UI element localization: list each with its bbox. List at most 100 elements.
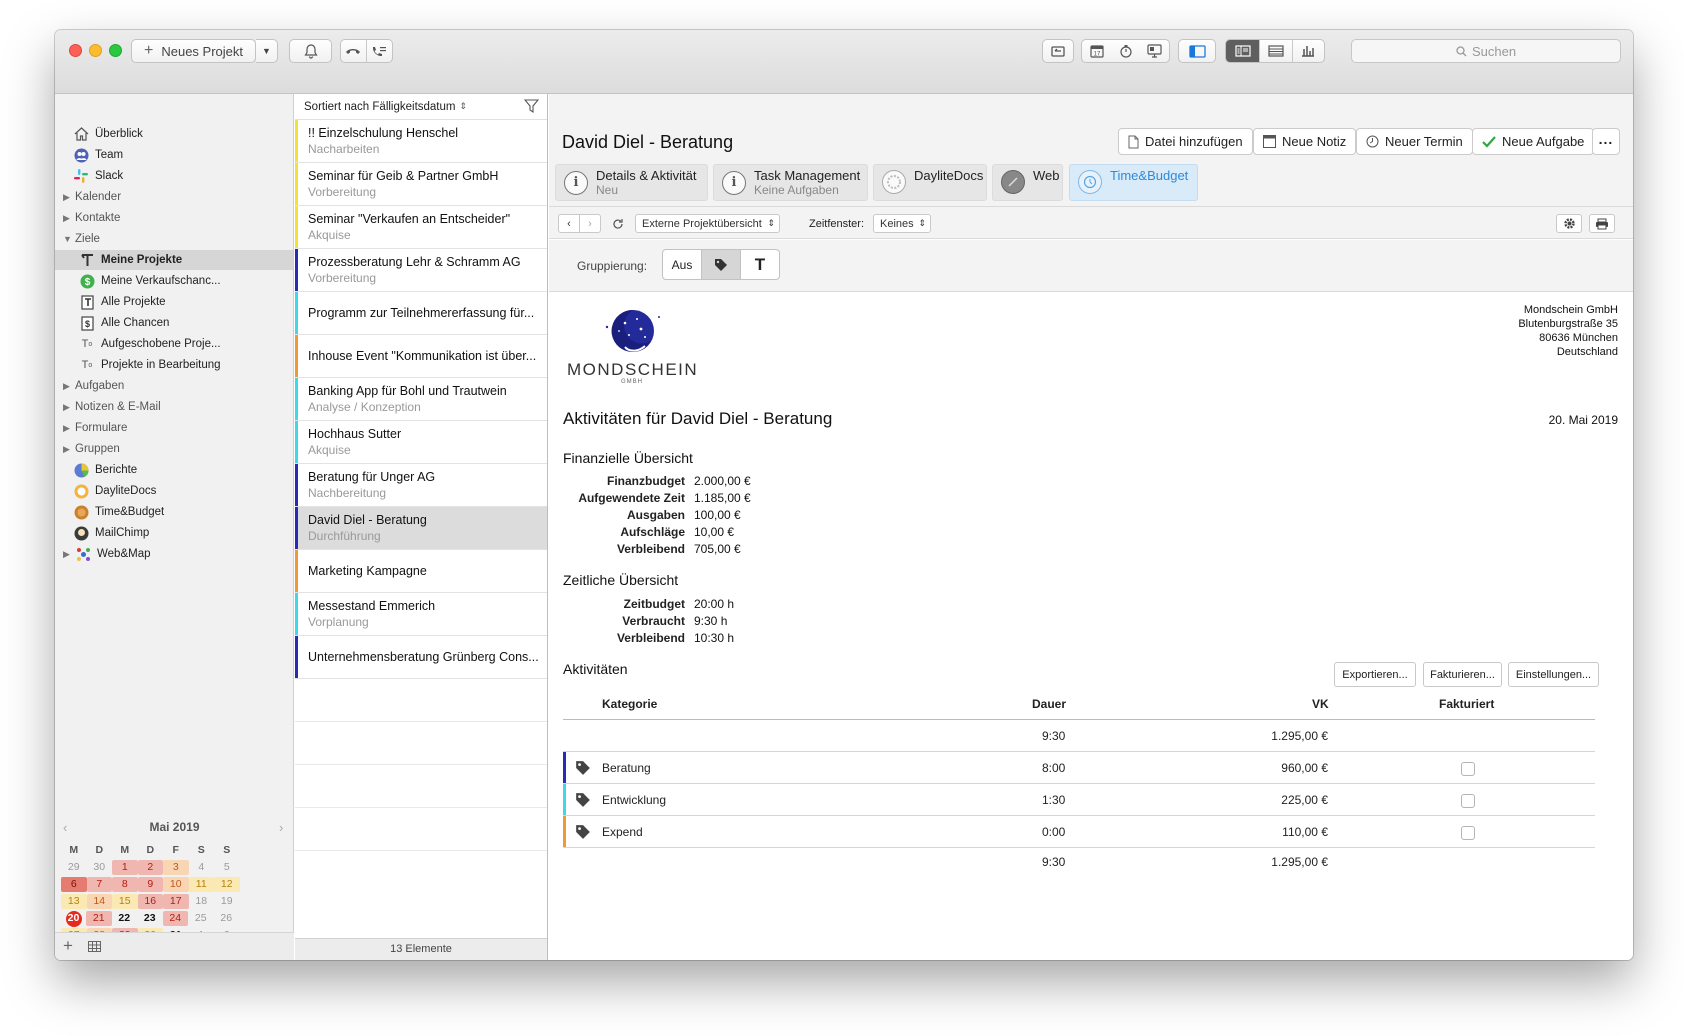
project-row[interactable]: Messestand Emmerich Vorplanung — [295, 593, 547, 636]
grouping-off-button[interactable]: Aus — [663, 250, 702, 279]
project-row[interactable]: Seminar für Geib & Partner GmbH Vorberei… — [295, 163, 547, 206]
notifications-button[interactable] — [289, 39, 332, 63]
calendar-day[interactable]: 11 — [188, 877, 214, 892]
project-row[interactable]: Inhouse Event "Kommunikation ist über... — [295, 335, 547, 378]
more-button[interactable]: ... — [1592, 128, 1620, 155]
sidebar-item-berichte[interactable]: Berichte — [73, 460, 137, 480]
sidebar-item-aufgeschobene-projekte[interactable]: To Aufgeschobene Proje... — [79, 334, 221, 354]
project-row[interactable]: David Diel - Beratung Durchführung — [295, 507, 547, 550]
calendar-day[interactable]: 6 — [61, 877, 87, 892]
hangup-button[interactable] — [341, 40, 367, 62]
chart-view-button[interactable] — [1291, 40, 1324, 62]
timer-view-button[interactable] — [1111, 40, 1140, 62]
sync-button[interactable] — [1042, 39, 1074, 63]
call-log-button[interactable] — [367, 40, 392, 62]
sidebar-group-aufgaben[interactable]: ▶ Aufgaben — [63, 376, 124, 396]
table-icon[interactable] — [88, 941, 101, 955]
new-appointment-button[interactable]: Neuer Termin — [1356, 128, 1473, 155]
tab-daylitedocs[interactable]: DayliteDocs — [873, 164, 987, 201]
calendar-day[interactable]: 26 — [214, 911, 240, 926]
calendar-day[interactable]: 14 — [86, 894, 112, 909]
add-icon[interactable]: + — [63, 936, 73, 956]
invoiced-checkbox[interactable] — [1461, 826, 1475, 840]
split-view-button[interactable] — [1226, 40, 1260, 62]
sidebar-item-slack[interactable]: Slack — [73, 166, 123, 186]
calendar-day[interactable]: 30 — [87, 860, 113, 875]
calendar-view-button[interactable]: 17 — [1082, 40, 1111, 62]
calendar-day[interactable]: 8 — [112, 877, 138, 892]
tab-time-budget[interactable]: Time&Budget — [1069, 164, 1198, 201]
sidebar-group-formulare[interactable]: ▶ Formulare — [63, 418, 127, 438]
calendar-day[interactable]: 2 — [137, 860, 163, 875]
tab-task-management[interactable]: i Task Management Keine Aufgaben — [713, 164, 868, 201]
project-row[interactable]: Seminar "Verkaufen an Entscheider" Akqui… — [295, 206, 547, 249]
settings-button[interactable] — [1556, 214, 1582, 233]
sidebar-item-timebudget[interactable]: Time&Budget — [73, 502, 164, 522]
calendar-day[interactable]: 23 — [137, 911, 163, 926]
print-button[interactable] — [1589, 214, 1615, 233]
invoice-button[interactable]: Fakturieren... — [1423, 662, 1502, 687]
calendar-next-button[interactable]: › — [279, 820, 283, 835]
invoiced-checkbox[interactable] — [1461, 762, 1475, 776]
report-select[interactable]: Externe Projektübersicht ⇕ — [635, 214, 780, 233]
sidebar-group-notizen[interactable]: ▶ Notizen & E-Mail — [63, 397, 161, 417]
sort-selector[interactable]: Sortiert nach Fälligkeitsdatum ⇕ — [295, 94, 547, 120]
calendar-today[interactable]: 20 — [65, 911, 82, 927]
back-button[interactable]: ‹ — [558, 214, 580, 233]
forward-button[interactable]: › — [579, 214, 601, 233]
calendar-day[interactable]: 1 — [112, 860, 138, 875]
invoiced-checkbox[interactable] — [1461, 794, 1475, 808]
sidebar-group-kalender[interactable]: ▶ Kalender — [63, 187, 121, 207]
close-window-button[interactable] — [69, 44, 82, 57]
minimize-window-button[interactable] — [89, 44, 102, 57]
new-project-dropdown[interactable]: ▼ — [256, 39, 278, 63]
calendar-day[interactable]: 15 — [112, 894, 138, 909]
sidebar-group-gruppen[interactable]: ▶ Gruppen — [63, 439, 120, 459]
sidebar-item-mailchimp[interactable]: MailChimp — [73, 523, 149, 543]
sidebar-item-alle-projekte[interactable]: Alle Projekte — [79, 292, 166, 312]
sidebar-group-kontakte[interactable]: ▶ Kontakte — [63, 208, 120, 228]
tab-web[interactable]: Web — [992, 164, 1063, 201]
project-row[interactable]: Hochhaus Sutter Akquise — [295, 421, 547, 464]
search-input[interactable]: Suchen — [1351, 39, 1621, 63]
calendar-day[interactable]: 18 — [189, 894, 215, 909]
calendar-day[interactable]: 5 — [214, 860, 240, 875]
calendar-day[interactable]: 17 — [163, 894, 189, 909]
calendar-day[interactable]: 3 — [163, 860, 189, 875]
calendar-day[interactable]: 4 — [189, 860, 215, 875]
project-row[interactable]: Marketing Kampagne — [295, 550, 547, 593]
grouping-tag-button[interactable] — [702, 250, 741, 279]
maximize-window-button[interactable] — [109, 44, 122, 57]
add-file-button[interactable]: Datei hinzufügen — [1118, 128, 1253, 155]
project-row[interactable]: Beratung für Unger AG Nachbereitung — [295, 464, 547, 507]
project-row[interactable]: Banking App für Bohl und Trautwein Analy… — [295, 378, 547, 421]
zeitfenster-select[interactable]: Keines ⇕ — [873, 214, 931, 233]
calendar-day[interactable]: 25 — [188, 911, 214, 926]
sidebar-item-daylitedocs[interactable]: DayliteDocs — [73, 481, 156, 501]
export-button[interactable]: Exportieren... — [1334, 662, 1416, 687]
sidebar-item-overview[interactable]: Überblick — [73, 124, 143, 144]
sidebar-item-projekte-in-bearbeitung[interactable]: To Projekte in Bearbeitung — [79, 355, 221, 375]
project-row[interactable]: Programm zur Teilnehmererfassung für... — [295, 292, 547, 335]
calendar-day[interactable]: 10 — [163, 877, 189, 892]
sidebar-group-webmap[interactable]: ▶ Web&Map — [63, 544, 150, 564]
tab-details-activity[interactable]: i Details & Aktivität Neu — [555, 164, 708, 201]
project-row[interactable]: Unternehmensberatung Grünberg Cons... — [295, 636, 547, 679]
sidebar-item-meine-verkaufschancen[interactable]: $ Meine Verkaufschanc... — [79, 271, 221, 291]
new-note-button[interactable]: Neue Notiz — [1253, 128, 1357, 155]
calendar-day[interactable]: 13 — [61, 894, 87, 909]
calendar-day[interactable]: 7 — [86, 877, 112, 892]
sidebar-item-meine-projekte[interactable]: Meine Projekte — [55, 250, 293, 270]
refresh-button[interactable] — [608, 214, 628, 233]
toggle-sidebar-button[interactable] — [1178, 39, 1216, 63]
calendar-day[interactable]: 16 — [137, 894, 163, 909]
calendar-day[interactable]: 9 — [137, 877, 163, 892]
sidebar-group-ziele[interactable]: ▼ Ziele — [63, 229, 100, 249]
calendar-day[interactable]: 21 — [86, 911, 112, 926]
grouping-text-button[interactable]: T — [741, 250, 779, 279]
new-task-button[interactable]: Neue Aufgabe — [1472, 128, 1595, 155]
settings-dialog-button[interactable]: Einstellungen... — [1508, 662, 1599, 687]
board-view-button[interactable] — [1140, 40, 1169, 62]
calendar-day[interactable]: 24 — [162, 911, 188, 926]
calendar-day[interactable]: 19 — [214, 894, 240, 909]
